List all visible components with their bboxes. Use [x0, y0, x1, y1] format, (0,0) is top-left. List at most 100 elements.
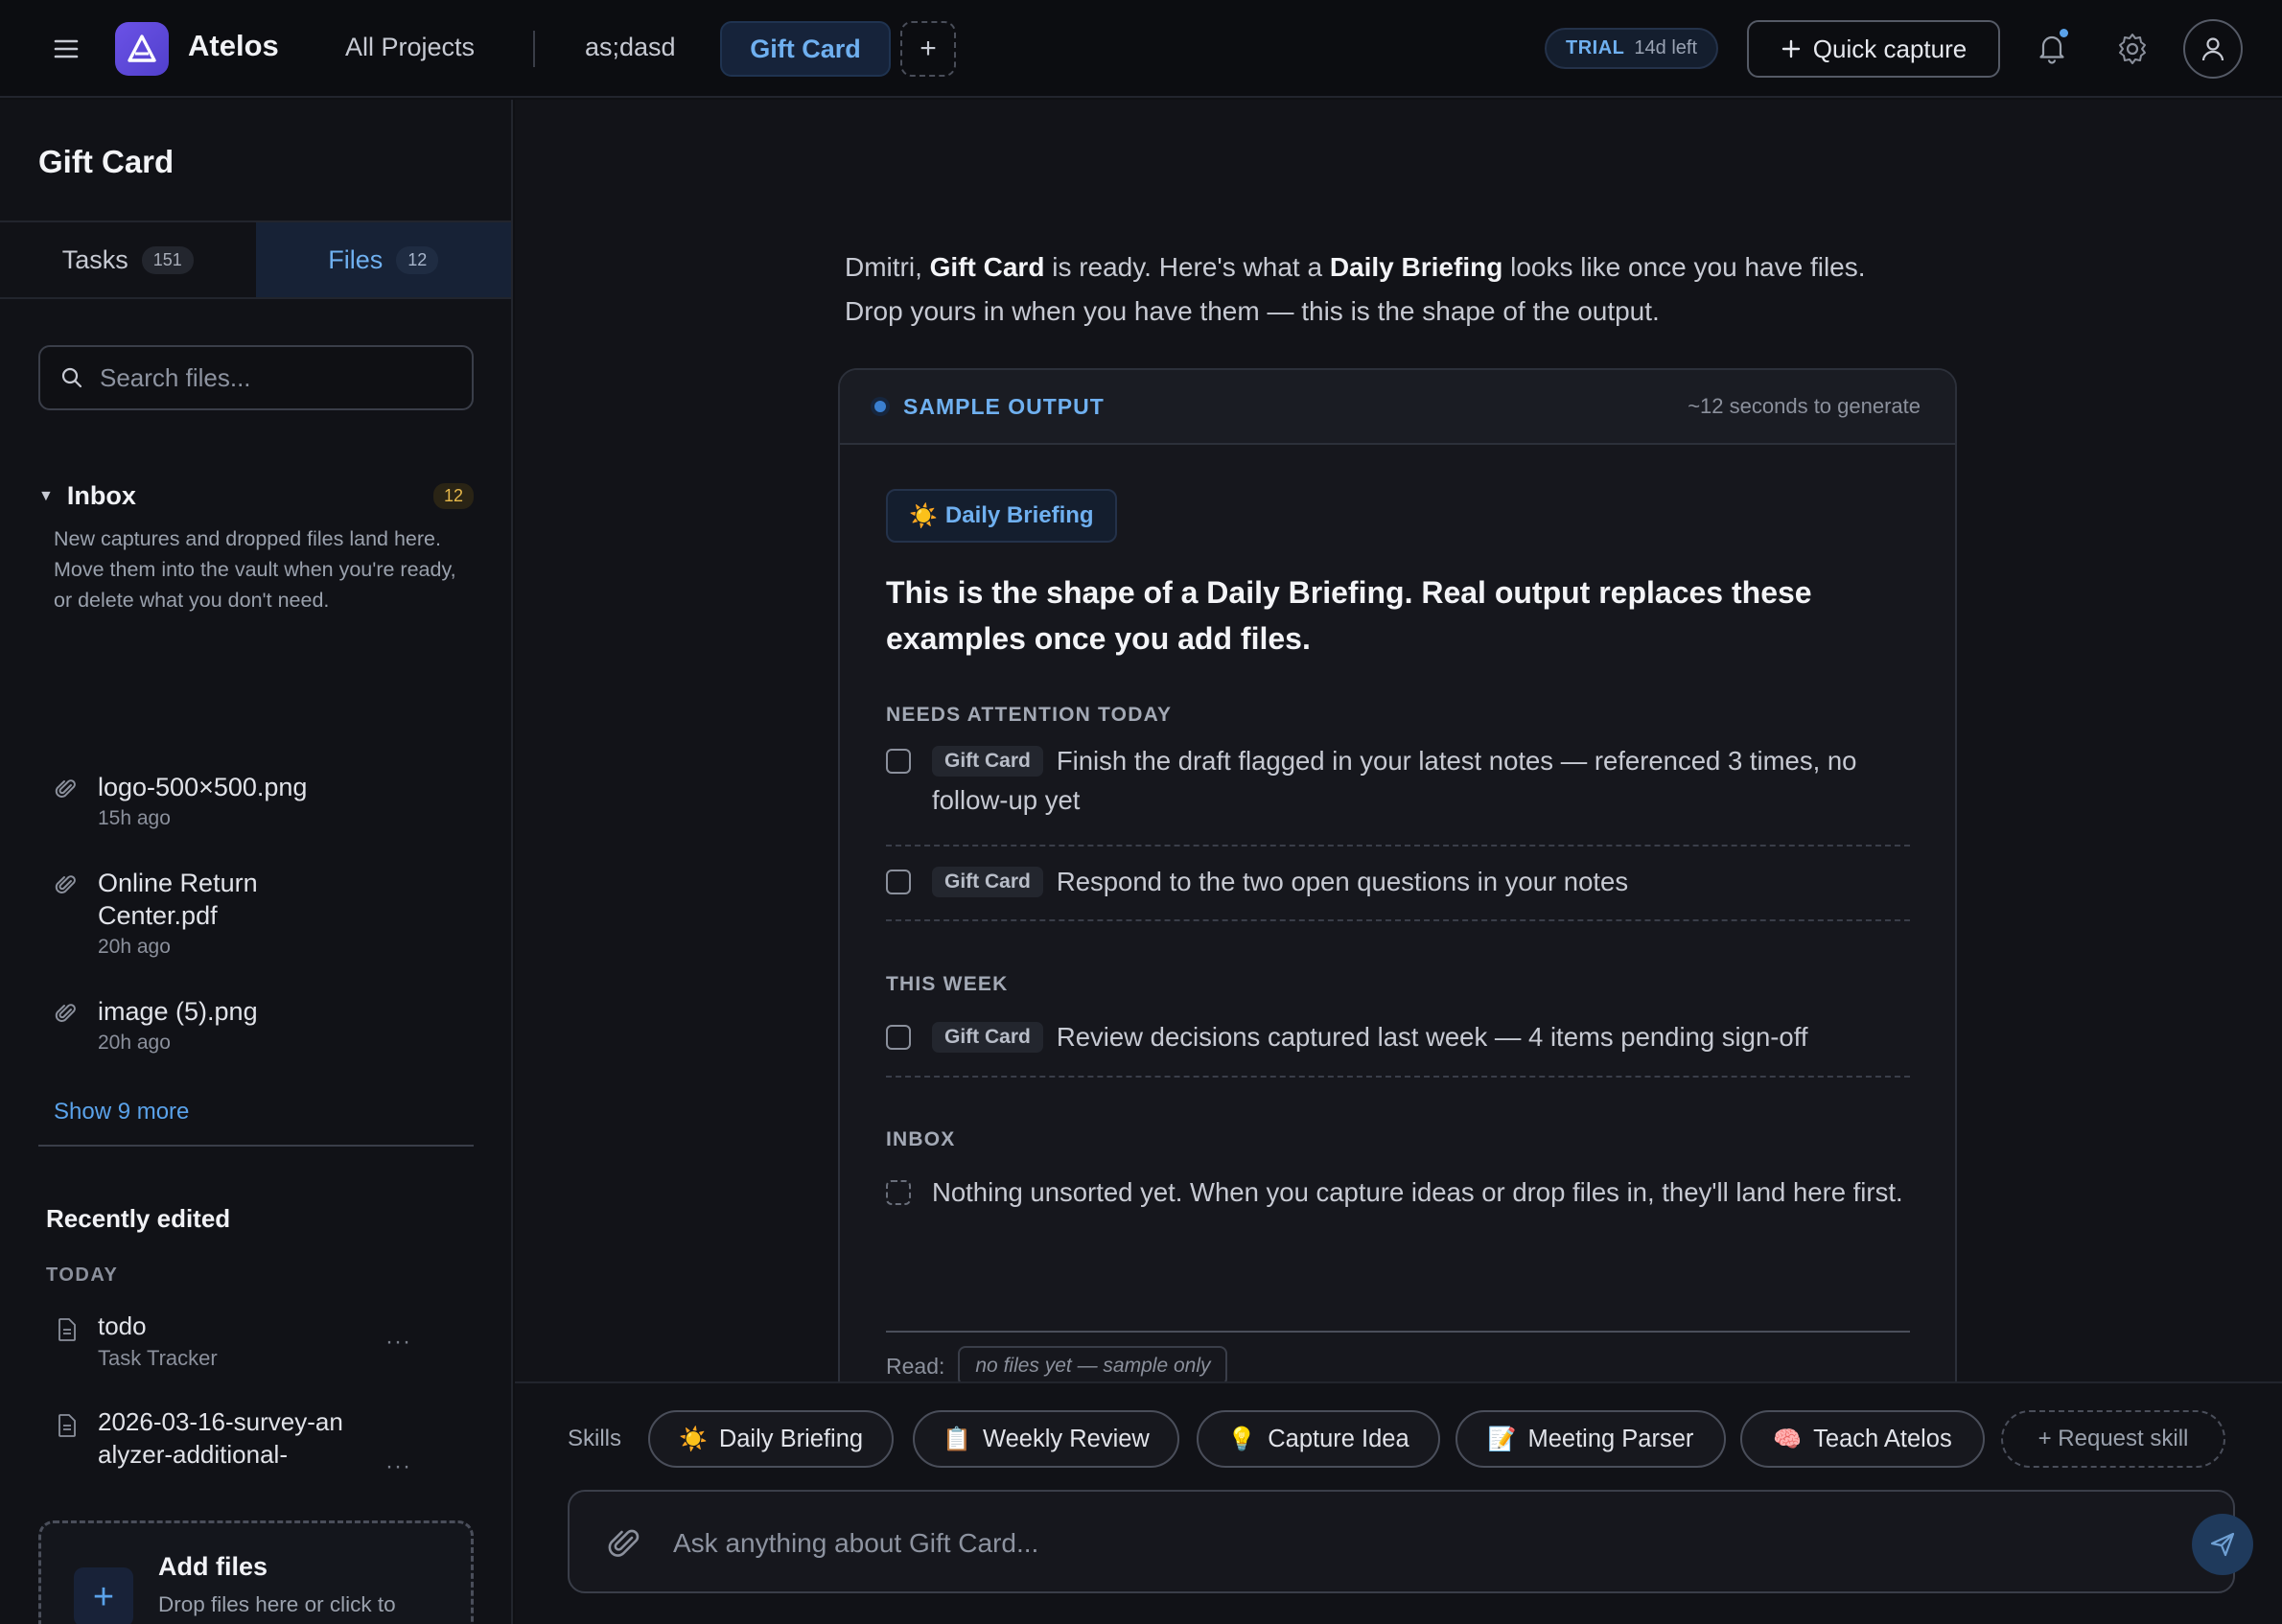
add-tab-button[interactable]: +: [900, 21, 956, 77]
quick-capture-button[interactable]: Quick capture: [1747, 20, 2000, 78]
sidebar-tabs: Tasks 151 Files 12: [0, 220, 511, 299]
memo-icon: 📝: [1487, 1426, 1517, 1452]
inbox-header[interactable]: ▼ Inbox 12: [38, 481, 474, 511]
composer: Skills ☀️ Daily Briefing 📋 Weekly Review…: [515, 1381, 2282, 1624]
section-label: INBOX: [886, 1128, 956, 1150]
tab-tasks[interactable]: Tasks 151: [0, 222, 256, 297]
intro-text: Dmitri, Gift Card is ready. Here's what …: [845, 245, 1995, 334]
recently-edited-title: Recently edited: [46, 1204, 231, 1233]
skill-label: Daily Briefing: [718, 1425, 864, 1452]
skill-daily-briefing[interactable]: ☀️ Daily Briefing: [648, 1410, 894, 1468]
intro-end: looks like once you have files.: [1502, 252, 1866, 282]
paperclip-icon: [55, 1004, 76, 1022]
brand-name: Atelos: [188, 29, 279, 62]
sidebar-divider: [38, 1145, 474, 1147]
files-count: 12: [396, 245, 439, 274]
file-name: logo-500×500.png: [98, 773, 308, 801]
task-text: Gift Card Finish the draft flagged in you…: [932, 741, 1910, 820]
task-item: Gift Card Respond to the two open questio…: [886, 862, 1910, 921]
task-item: Gift Card Review decisions captured last …: [886, 1017, 1910, 1078]
intro-skill: Daily Briefing: [1329, 252, 1503, 282]
intro-mid: is ready. Here's what a: [1044, 252, 1330, 282]
card-title: This is the shape of a Daily Briefing. R…: [886, 575, 1812, 656]
sample-output-label: SAMPLE OUTPUT: [903, 393, 1105, 419]
intro-name: Dmitri: [845, 252, 916, 282]
recent-item[interactable]: 2026-03-16-survey-analyzer-additional- ·…: [56, 1405, 458, 1479]
search-box: [38, 345, 474, 410]
user-avatar[interactable]: [2183, 19, 2243, 79]
add-files-dropzone[interactable]: + Add files Drop files here or click to …: [38, 1520, 474, 1624]
paperclip-icon[interactable]: [606, 1525, 642, 1562]
task-text: Nothing unsorted yet. When you capture i…: [932, 1177, 1903, 1207]
file-item[interactable]: Online Return Center.pdf 20h ago: [54, 867, 476, 959]
skill-label: Weekly Review: [983, 1425, 1150, 1452]
logo-icon[interactable]: [115, 22, 169, 76]
brain-icon: 🧠: [1773, 1426, 1803, 1452]
skill-weekly-review[interactable]: 📋 Weekly Review: [913, 1410, 1179, 1468]
tab-tasks-label: Tasks: [61, 244, 128, 274]
skill-meeting-parser[interactable]: 📝 Meeting Parser: [1455, 1410, 1726, 1468]
task-tag: Gift Card: [932, 1022, 1043, 1053]
show-more-link[interactable]: Show 9 more: [54, 1099, 189, 1125]
project-breadcrumb[interactable]: as;dasd: [585, 33, 676, 62]
hamburger-icon[interactable]: [50, 33, 82, 65]
task-tag: Gift Card: [932, 867, 1043, 897]
sidebar: Gift Card Tasks 151 Files 12 ▼ Inbox 12 …: [0, 100, 513, 1624]
section-label: NEEDS ATTENTION TODAY: [886, 704, 1173, 726]
inbox-description: New captures and dropped files land here…: [54, 527, 456, 612]
task-text: Gift Card Review decisions captured last …: [932, 1017, 1910, 1056]
skill-capture-idea[interactable]: 💡 Capture Idea: [1197, 1410, 1440, 1468]
tasks-count: 151: [141, 245, 194, 274]
read-label: Read:: [886, 1353, 945, 1379]
all-projects-link[interactable]: All Projects: [345, 33, 475, 62]
file-name: Online Return Center.pdf: [98, 869, 258, 930]
plus-icon: [1781, 39, 1800, 58]
quick-capture-label: Quick capture: [1812, 34, 1968, 63]
sun-icon: ☀️: [909, 502, 938, 529]
sidebar-title: Gift Card: [38, 144, 175, 179]
task-text-content: Finish the draft flagged in your latest …: [932, 746, 1857, 815]
tab-files-label: Files: [328, 244, 384, 274]
skill-label: Capture Idea: [1268, 1425, 1409, 1452]
recent-item-name: 2026-03-16-survey-analyzer-additional-: [98, 1407, 343, 1469]
read-value: no files yet — sample only: [958, 1346, 1228, 1381]
tab-files[interactable]: Files 12: [255, 222, 511, 297]
inbox-title[interactable]: Inbox: [67, 481, 136, 511]
read-row: Read: no files yet — sample only: [886, 1346, 1228, 1381]
inbox-count-badge: 12: [432, 483, 474, 509]
task-text-content: Respond to the two open questions in you…: [1056, 867, 1629, 896]
document-icon: [58, 1414, 76, 1437]
notification-dot: [2060, 29, 2068, 37]
trial-badge: TRIAL 14d left: [1545, 28, 1718, 69]
skills-label: Skills: [568, 1426, 622, 1451]
more-options-icon[interactable]: ···: [385, 1453, 411, 1480]
search-input[interactable]: [100, 362, 464, 393]
task-text: Gift Card Respond to the two open questio…: [932, 862, 1910, 901]
file-item[interactable]: logo-500×500.png 15h ago: [54, 771, 476, 830]
gear-icon[interactable]: [2114, 31, 2151, 67]
skill-teach-atelos[interactable]: 🧠 Teach Atelos: [1740, 1410, 1985, 1468]
recent-item[interactable]: todo Task Tracker ···: [56, 1310, 458, 1371]
section-label: THIS WEEK: [886, 973, 1009, 995]
sun-icon: ☀️: [678, 1426, 708, 1452]
paperclip-icon: [55, 779, 76, 798]
request-skill-button[interactable]: + Request skill: [2001, 1410, 2225, 1468]
sample-output-card: SAMPLE OUTPUT ~12 seconds to generate ☀️…: [838, 368, 1957, 1381]
tab-gift-card[interactable]: Gift Card: [720, 21, 891, 77]
task-tag: Gift Card: [932, 746, 1043, 777]
task-checkbox[interactable]: [886, 1025, 911, 1050]
main-panel: Dmitri, Gift Card is ready. Here's what …: [515, 100, 2282, 1381]
ask-input[interactable]: [673, 1520, 2092, 1566]
recent-item-name: todo: [98, 1311, 147, 1340]
skill-label: Meeting Parser: [1527, 1425, 1694, 1452]
document-icon: [58, 1318, 76, 1341]
send-icon: [2210, 1532, 2235, 1557]
task-checkbox[interactable]: [886, 749, 911, 774]
clipboard-icon: 📋: [943, 1426, 972, 1452]
task-checkbox[interactable]: [886, 870, 911, 894]
send-button[interactable]: [2192, 1514, 2253, 1575]
caret-down-icon[interactable]: ▼: [38, 488, 54, 505]
intro-project: Gift Card: [929, 252, 1045, 282]
more-options-icon[interactable]: ···: [385, 1329, 411, 1356]
file-item[interactable]: image (5).png 20h ago: [54, 995, 476, 1055]
